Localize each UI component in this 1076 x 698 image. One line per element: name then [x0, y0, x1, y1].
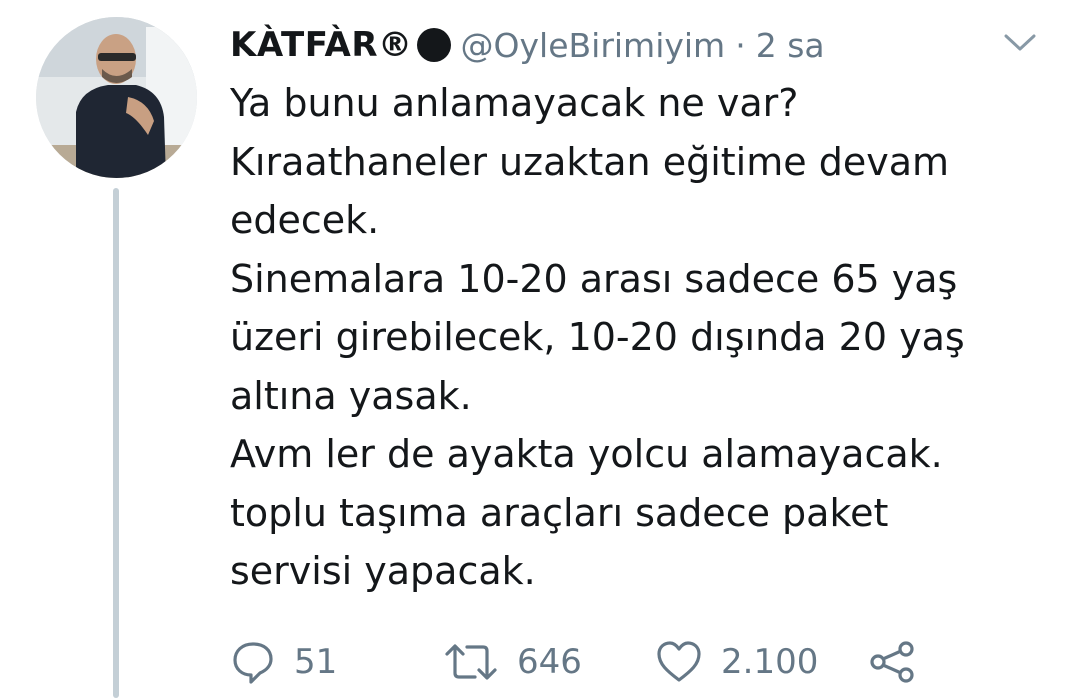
black-circle-icon — [416, 28, 451, 62]
share-icon — [870, 641, 914, 683]
reply-button[interactable]: 51 — [230, 632, 337, 692]
tweet-text-line: Sinemalara 10-20 arası sadece 65 yaş — [230, 256, 958, 301]
separator: · — [735, 25, 746, 65]
reply-count: 51 — [294, 642, 338, 682]
like-button[interactable]: 2.100 — [655, 632, 818, 692]
share-button[interactable] — [868, 632, 918, 692]
author-handle[interactable]: @OyleBirimiyim — [461, 26, 726, 65]
tweet-header: KÀTFÀR® @OyleBirimiyim · 2 sa — [230, 22, 825, 68]
tweet-text-line: Kıraathaneler uzaktan eğitime devam — [230, 139, 949, 184]
avatar[interactable] — [36, 17, 197, 178]
chevron-down-icon — [1004, 34, 1036, 51]
tweet-text-line: Ya bunu anlamayacak ne var? — [230, 81, 799, 125]
tweet-text-line: toplu taşıma araçları sadece paket — [230, 490, 889, 535]
tweet-text-line: Avm ler de ayakta yolcu alamayacak. — [230, 432, 943, 476]
tweet-text: Ya bunu anlamayacak ne var? Kıraathanele… — [230, 74, 1030, 601]
timestamp[interactable]: 2 sa — [756, 26, 825, 65]
retweet-button[interactable]: 646 — [443, 632, 582, 692]
tweet-text-line: altına yasak. — [230, 373, 472, 418]
tweet-menu-button[interactable] — [1000, 28, 1040, 56]
avatar-photo — [36, 17, 197, 178]
tweet-text-line: edecek. — [230, 198, 380, 242]
author-name[interactable]: KÀTFÀR® — [230, 25, 413, 65]
tweet-text-line: servisi yapacak. — [230, 549, 536, 593]
retweet-icon — [445, 644, 497, 680]
tweet-text-line: üzeri girebilecek, 10-20 dışında 20 yaş — [230, 315, 965, 359]
retweet-count: 646 — [517, 642, 582, 682]
reply-icon — [233, 642, 273, 684]
tweet-actions: 51 646 2.100 — [230, 632, 1030, 692]
heart-icon — [657, 641, 701, 682]
thread-connector-line — [113, 188, 119, 698]
like-count: 2.100 — [721, 642, 819, 682]
